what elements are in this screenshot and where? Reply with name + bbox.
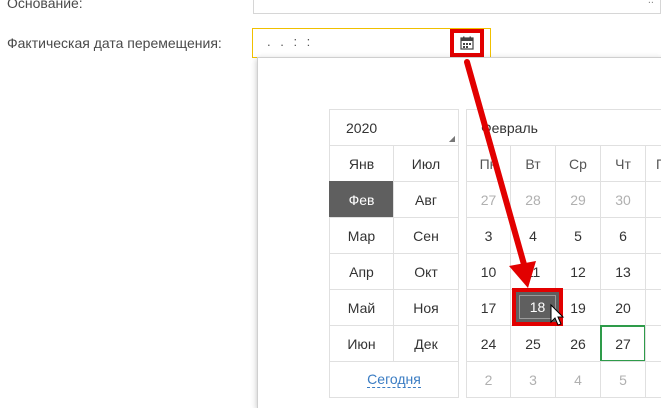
mouse-cursor-icon	[550, 303, 565, 326]
annotation-overlay	[464, 59, 565, 326]
red-arrow	[464, 59, 528, 271]
red-arrow-head	[509, 261, 536, 288]
